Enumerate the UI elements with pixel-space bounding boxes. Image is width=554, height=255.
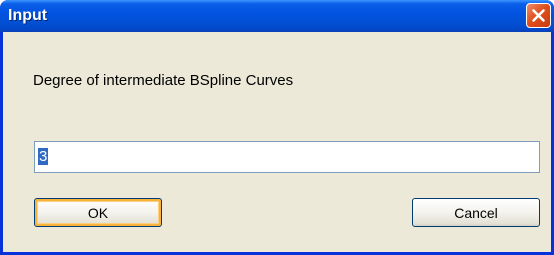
cancel-button[interactable]: Cancel: [412, 198, 540, 227]
degree-input[interactable]: 3: [34, 141, 540, 173]
dialog-body: Degree of intermediate BSpline Curves 3 …: [3, 32, 551, 252]
title-bar[interactable]: Input: [0, 0, 554, 32]
ok-button[interactable]: OK: [34, 198, 162, 227]
cancel-button-label: Cancel: [454, 204, 498, 221]
ok-button-label: OK: [87, 204, 109, 221]
input-dialog-window: Input Degree of intermediate BSpline Cur…: [0, 0, 554, 255]
degree-input-value: 3: [38, 148, 49, 165]
prompt-label: Degree of intermediate BSpline Curves: [33, 72, 294, 89]
close-icon: [531, 8, 546, 23]
close-button[interactable]: [526, 3, 551, 28]
window-title: Input: [8, 7, 48, 24]
